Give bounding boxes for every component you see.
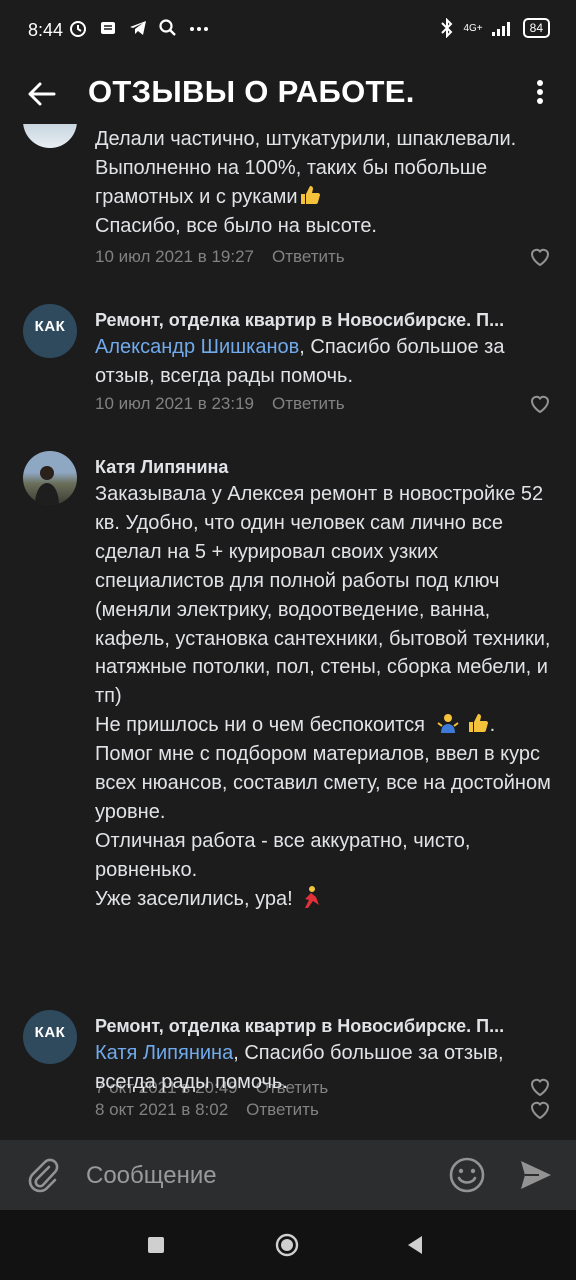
status-bar: 8:44 4G+ 84 (0, 0, 576, 62)
telegram-icon (130, 21, 146, 35)
more-status-icon (190, 27, 208, 31)
comments-feed[interactable]: Делали частично, штукатурили, шпаклевали… (0, 124, 576, 1140)
like-heart-icon[interactable] (528, 1098, 552, 1122)
shrug-emoji-icon (437, 714, 459, 734)
mention-link[interactable]: Катя Липянина (95, 1042, 233, 1064)
comment-date: 8 окт 2021 в 8:02 (95, 1100, 229, 1119)
thumbs-up-emoji-icon (300, 185, 320, 204)
person-photo-icon (35, 466, 59, 505)
alarm-icon (70, 21, 86, 37)
avatar[interactable] (23, 124, 77, 148)
reply-link[interactable]: Ответить (272, 394, 345, 413)
dancer-emoji-icon (305, 885, 320, 908)
thumbs-up-emoji-icon (468, 714, 488, 733)
comment-text: Заказывала у Алексея ремонт в новостройк… (95, 483, 551, 910)
comment-author[interactable]: Ремонт, отделка квартир в Новосибирске. … (95, 310, 504, 331)
comment-meta: 10 июл 2021 в 23:19 Ответить (95, 394, 345, 414)
reply-link[interactable]: Ответить (272, 247, 345, 266)
avatar-label: КАК (34, 318, 66, 335)
avatar[interactable]: КАК (23, 1010, 77, 1064)
message-composer (0, 1140, 576, 1210)
status-time: 8:44 (28, 20, 64, 40)
bluetooth-icon (441, 18, 453, 38)
paperclip-icon[interactable] (24, 1156, 62, 1194)
send-icon[interactable] (516, 1156, 554, 1194)
avatar[interactable]: КАК (23, 304, 77, 358)
smile-icon[interactable] (448, 1156, 486, 1194)
network-type: 4G+ (463, 22, 483, 34)
comment-date: 10 июл 2021 в 19:27 (95, 247, 254, 266)
signal-icon (491, 22, 510, 36)
avatar[interactable] (23, 451, 77, 505)
comment-text: Александр Шишканов, Спасибо большое за о… (95, 336, 505, 387)
comment-text: Делали частично, штукатурили, шпаклевали… (95, 128, 517, 237)
back-triangle-icon[interactable] (402, 1232, 428, 1258)
comment-meta: 10 июл 2021 в 19:27 Ответить (95, 247, 345, 267)
recents-square-icon[interactable] (143, 1232, 169, 1258)
battery-indicator: 84 (522, 18, 550, 38)
comment-text: Катя Липянина, Спасибо большое за отзыв,… (95, 1042, 504, 1093)
home-circle-icon[interactable] (274, 1232, 300, 1258)
mention-link[interactable]: Александр Шишканов (95, 336, 299, 358)
search-status-icon (159, 19, 176, 36)
more-options-icon[interactable] (524, 76, 556, 108)
comment-author[interactable]: Ремонт, отделка квартир в Новосибирске. … (95, 1016, 504, 1037)
back-arrow-icon[interactable] (22, 74, 62, 114)
like-heart-icon[interactable] (528, 392, 552, 416)
notification-icon (101, 22, 115, 34)
app-header: ОТЗЫВЫ О РАБОТЕ. (0, 62, 576, 124)
reply-link[interactable]: Ответить (246, 1100, 319, 1119)
comment-author[interactable]: Катя Липянина (95, 457, 228, 478)
page-title: ОТЗЫВЫ О РАБОТЕ. (88, 74, 415, 109)
message-input[interactable] (84, 1155, 428, 1197)
like-heart-icon[interactable] (528, 245, 552, 269)
comment-date: 10 июл 2021 в 23:19 (95, 394, 254, 413)
avatar-label: КАК (34, 1024, 66, 1041)
system-navbar (0, 1210, 576, 1280)
comment-meta: 8 окт 2021 в 8:02 Ответить (95, 1100, 319, 1120)
